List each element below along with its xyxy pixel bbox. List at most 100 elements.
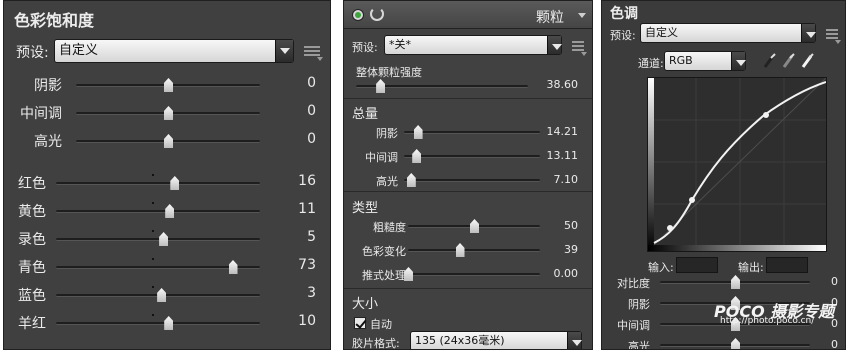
channel-label: 通道:: [638, 57, 664, 70]
slider-track[interactable]: [56, 286, 260, 302]
slider-thumb[interactable]: [731, 338, 740, 349]
slider-value: 0: [831, 275, 838, 288]
panel-title: 色彩饱和度: [14, 11, 95, 30]
slider-value: 0: [307, 131, 316, 147]
collapse-icon[interactable]: [578, 13, 586, 18]
slider-track[interactable]: [56, 258, 260, 274]
slider-thumb[interactable]: [376, 79, 386, 93]
slider-thumb[interactable]: [159, 232, 169, 246]
chevron-down-icon[interactable]: [567, 332, 582, 349]
slider-track[interactable]: [76, 106, 260, 120]
amount-header: 总量: [352, 107, 379, 122]
preset-value: 自定义: [59, 43, 99, 58]
slider-value: 7.10: [553, 173, 579, 186]
slider-label: 粗糙度: [373, 221, 406, 234]
slider-thumb[interactable]: [228, 260, 238, 274]
slider-value: 13.11: [546, 149, 579, 162]
slider-label: 羊红: [18, 316, 46, 332]
chevron-down-icon[interactable]: [801, 24, 816, 42]
slider-track[interactable]: [660, 275, 810, 289]
slider-label: 中间调: [20, 106, 62, 122]
slider-thumb[interactable]: [164, 134, 173, 148]
chevron-down-icon[interactable]: [275, 40, 293, 62]
slider-track[interactable]: [56, 314, 260, 330]
slider-thumb[interactable]: [412, 149, 422, 163]
slider-track[interactable]: [408, 243, 540, 257]
center-tick: [152, 258, 154, 260]
slider-track[interactable]: [404, 173, 540, 187]
preset-value: 自定义: [645, 26, 678, 39]
slider-thumb[interactable]: [164, 316, 174, 330]
curve-point[interactable]: [667, 225, 673, 231]
slider-thumb[interactable]: [731, 275, 740, 289]
slider-label: 高光: [34, 134, 62, 150]
slider-thumb[interactable]: [470, 219, 479, 233]
slider-track[interactable]: [408, 219, 540, 233]
slider-thumb[interactable]: [165, 204, 175, 218]
chevron-down-icon[interactable]: [731, 52, 746, 70]
output-field[interactable]: [766, 257, 808, 273]
slider-track[interactable]: [404, 149, 540, 163]
white-point-eyedropper-icon[interactable]: [801, 53, 814, 68]
slider-value: 39: [564, 243, 578, 256]
slider-label: 阴影: [628, 298, 650, 311]
slider-thumb[interactable]: [157, 288, 167, 302]
preset-dropdown[interactable]: 自定义: [54, 39, 294, 63]
grain-panel: 颗粒 预设: *关* 整体颗粒强度 38.60 总量 阴影 14.21 中间调 13.…: [343, 0, 593, 350]
slider-value: 0.00: [553, 267, 579, 280]
slider-track[interactable]: [660, 338, 810, 349]
slider-thumb[interactable]: [413, 125, 423, 139]
gray-point-eyedropper-icon[interactable]: [782, 53, 795, 68]
slider-track[interactable]: [56, 230, 260, 246]
auto-checkbox[interactable]: [354, 317, 366, 329]
preset-dropdown[interactable]: *关*: [384, 35, 562, 55]
tone-panel: 色调 预设: 自定义 通道: RGB 输入: 输出: 对比度 0 阴影 0 中间…: [601, 0, 846, 350]
slider-thumb[interactable]: [164, 106, 173, 120]
panel-title: 色调: [610, 6, 638, 22]
slider-label: 红色: [18, 176, 46, 192]
input-field[interactable]: [676, 257, 718, 273]
slider-track[interactable]: [76, 78, 260, 92]
size-header: 大小: [352, 297, 379, 312]
preset-dropdown[interactable]: 自定义: [640, 23, 816, 43]
preset-label: 预设:: [16, 45, 49, 61]
slider-track[interactable]: [56, 174, 260, 190]
slider-track[interactable]: [404, 267, 540, 281]
slider-thumb[interactable]: [164, 78, 173, 92]
slider-thumb[interactable]: [406, 173, 416, 187]
slider-label: 阴影: [376, 127, 398, 140]
slider-track[interactable]: [404, 125, 540, 139]
center-tick: [152, 286, 154, 288]
overall-grain-slider[interactable]: [356, 79, 528, 93]
slider-value: 50: [564, 219, 578, 232]
curve-point[interactable]: [763, 112, 769, 118]
preset-label: 预设:: [610, 29, 636, 42]
tone-curve[interactable]: [647, 77, 827, 252]
curve-point[interactable]: [689, 197, 695, 203]
film-format-dropdown[interactable]: 135 (24x36毫米): [410, 331, 582, 349]
slider-track[interactable]: [56, 202, 260, 218]
panel-menu-icon[interactable]: [304, 46, 323, 61]
slider-label: 青色: [18, 260, 46, 276]
channel-value: RGB: [669, 54, 693, 67]
center-tick: [152, 230, 154, 232]
chevron-down-icon[interactable]: [547, 36, 562, 54]
reset-icon[interactable]: [370, 7, 384, 21]
slider-label: 高光: [628, 340, 650, 350]
slider-thumb[interactable]: [170, 176, 180, 190]
slider-label: 黄色: [18, 204, 46, 220]
center-tick: [152, 202, 154, 204]
channel-dropdown[interactable]: RGB: [664, 51, 746, 71]
input-label: 输入:: [648, 261, 674, 274]
slider-thumb[interactable]: [455, 243, 465, 257]
overall-grain-label: 整体颗粒强度: [356, 66, 422, 79]
slider-label: 高光: [376, 175, 398, 188]
black-point-eyedropper-icon[interactable]: [763, 53, 776, 68]
slider-track[interactable]: [76, 134, 260, 148]
panel-menu-icon[interactable]: [826, 29, 841, 44]
preset-label: 预设:: [352, 41, 378, 54]
enable-toggle-icon[interactable]: [352, 9, 364, 21]
center-tick: [152, 314, 154, 316]
slider-label: 对比度: [617, 277, 650, 290]
panel-menu-icon[interactable]: [572, 41, 587, 56]
